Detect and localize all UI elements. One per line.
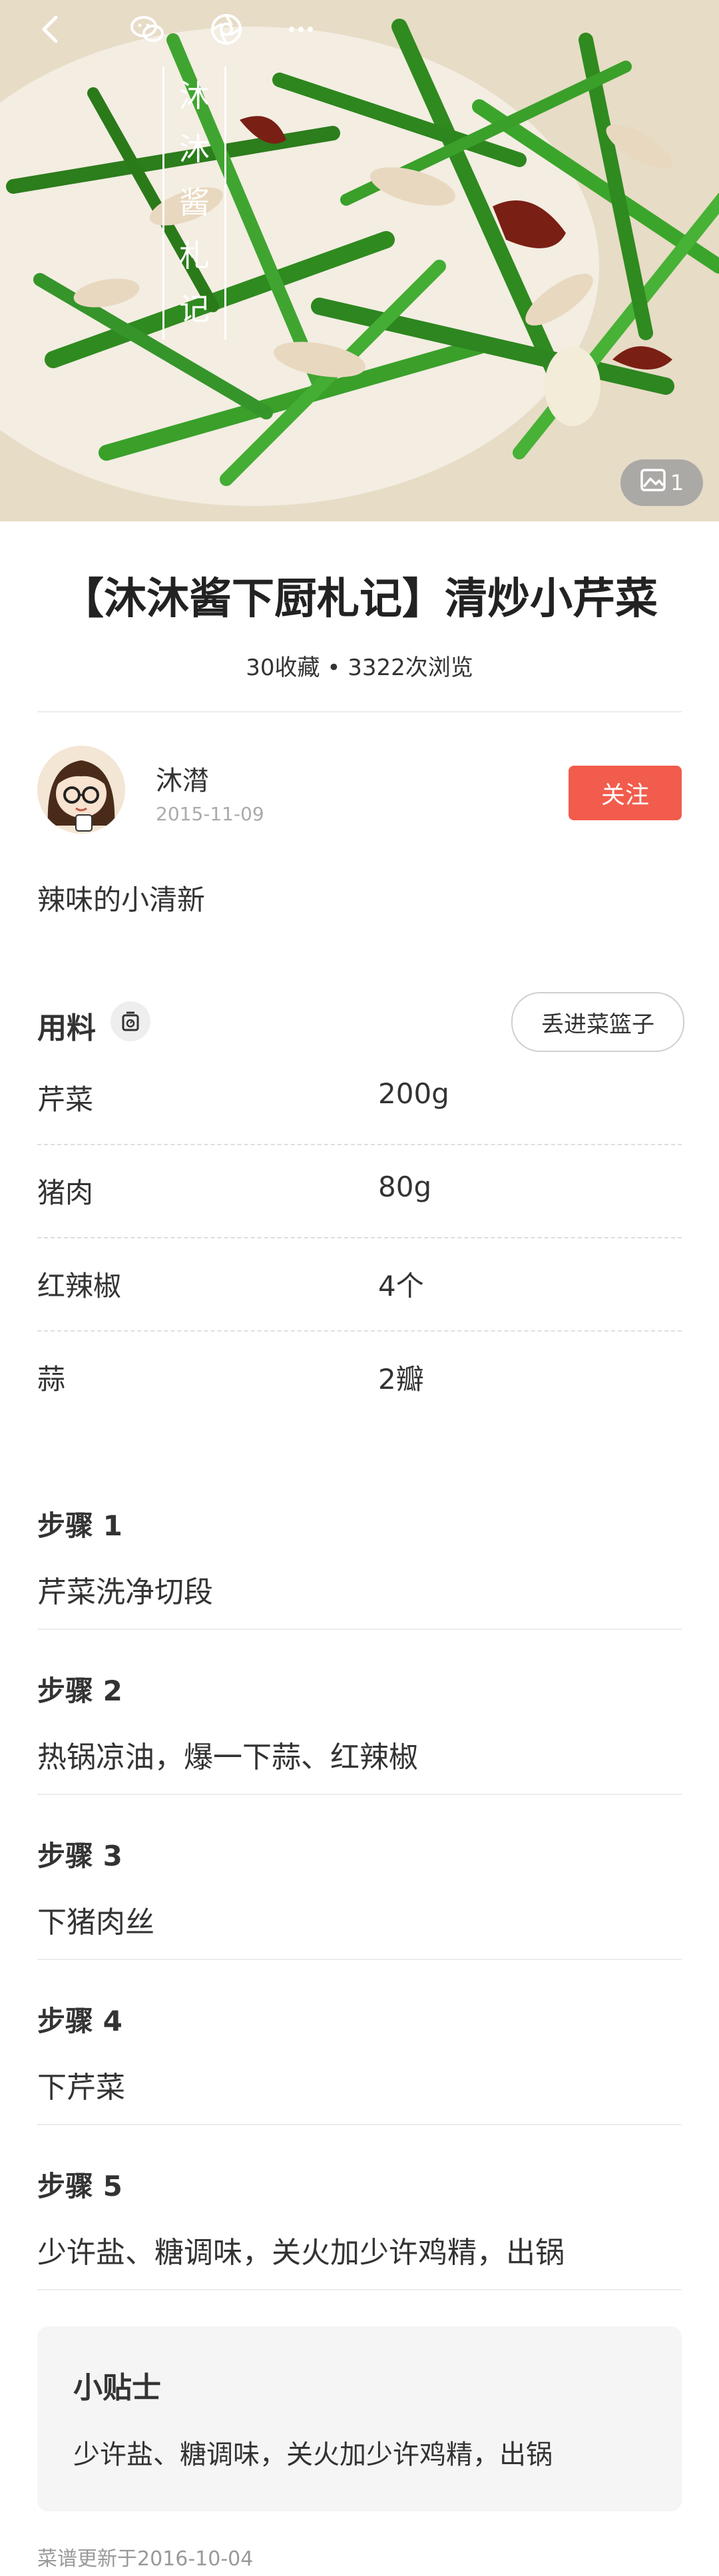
avatar-illustration bbox=[37, 746, 125, 834]
step-1: 步骤 1 芹菜洗净切段 bbox=[37, 1503, 682, 1611]
brand-char: 记 bbox=[179, 291, 210, 327]
scale-icon[interactable] bbox=[111, 1001, 150, 1041]
recipe-title: 【沐沐酱下厨札记】清炒小芹菜 bbox=[61, 575, 658, 624]
divider bbox=[37, 711, 682, 712]
step-label: 步骤 5 bbox=[37, 2170, 122, 2202]
author-join-date: 2015-11-09 bbox=[156, 803, 264, 825]
step-text: 下猪肉丝 bbox=[37, 1906, 154, 1939]
divider bbox=[37, 1629, 682, 1630]
divider bbox=[37, 1959, 682, 1960]
ingredients-heading: 用料 bbox=[37, 1011, 96, 1045]
image-icon bbox=[640, 468, 666, 497]
brand-char: 沐 bbox=[179, 131, 210, 167]
photo-count-value: 1 bbox=[670, 470, 684, 495]
ingredient-row: 猪肉 80g bbox=[37, 1144, 682, 1238]
more-icon[interactable] bbox=[280, 8, 322, 51]
ingredient-name: 红辣椒 bbox=[37, 1270, 122, 1302]
dish-photo bbox=[0, 0, 719, 521]
divider bbox=[37, 2124, 682, 2125]
step-3: 步骤 3 下猪肉丝 bbox=[37, 1834, 682, 1941]
photo-count-badge[interactable]: 1 bbox=[620, 459, 703, 506]
ingredient-name: 芹菜 bbox=[37, 1083, 94, 1116]
step-2: 步骤 2 热锅凉油，爆一下蒜、红辣椒 bbox=[37, 1669, 682, 1776]
ingredient-quantity: 200g bbox=[378, 1077, 449, 1110]
moments-icon[interactable] bbox=[205, 8, 248, 51]
author-avatar[interactable] bbox=[37, 746, 125, 834]
recipe-description: 辣味的小清新 bbox=[37, 884, 206, 916]
recipe-stats: 30收藏 • 3322次浏览 bbox=[246, 654, 473, 681]
tips-card: 小贴士 少许盐、糖调味，关火加少许鸡精，出锅 bbox=[37, 2326, 682, 2511]
brand-char: 沐 bbox=[179, 78, 210, 114]
step-label: 步骤 4 bbox=[37, 2005, 122, 2037]
ingredient-row: 蒜 2瓣 bbox=[37, 1330, 682, 1423]
tips-title: 小贴士 bbox=[73, 2371, 161, 2405]
top-toolbar bbox=[0, 0, 719, 60]
divider bbox=[37, 2289, 682, 2290]
step-4: 步骤 4 下芹菜 bbox=[37, 1999, 682, 2106]
step-label: 步骤 2 bbox=[37, 1674, 122, 1707]
step-text: 热锅凉油，爆一下蒜、红辣椒 bbox=[37, 1740, 418, 1774]
step-label: 步骤 3 bbox=[37, 1840, 122, 1872]
tips-text: 少许盐、糖调味，关火加少许鸡精，出锅 bbox=[73, 2440, 553, 2470]
ingredient-name: 猪肉 bbox=[37, 1176, 94, 1209]
step-5: 步骤 5 少许盐、糖调味，关火加少许鸡精，出锅 bbox=[37, 2164, 682, 2271]
step-label: 步骤 1 bbox=[37, 1509, 122, 1542]
step-text: 下芹菜 bbox=[37, 2071, 125, 2105]
ingredient-name: 蒜 bbox=[37, 1363, 66, 1396]
ingredient-quantity: 4个 bbox=[378, 1270, 424, 1302]
add-to-basket-button[interactable]: 丢进菜篮子 bbox=[511, 992, 684, 1052]
back-icon[interactable] bbox=[29, 8, 72, 51]
wechat-icon[interactable] bbox=[126, 8, 169, 51]
step-text: 芹菜洗净切段 bbox=[37, 1575, 213, 1609]
ingredient-row: 红辣椒 4个 bbox=[37, 1237, 682, 1332]
ingredient-quantity: 2瓣 bbox=[378, 1363, 424, 1396]
ingredient-row: 芹菜 200g bbox=[37, 1051, 682, 1145]
brand-watermark: 沐 沐 酱 札 记 bbox=[162, 67, 226, 340]
recipe-hero-image[interactable]: 沐 沐 酱 札 记 1 bbox=[0, 0, 719, 521]
brand-char: 酱 bbox=[179, 184, 210, 220]
divider bbox=[37, 1794, 682, 1795]
step-text: 少许盐、糖调味，关火加少许鸡精，出锅 bbox=[37, 2236, 565, 2270]
brand-char: 札 bbox=[179, 238, 210, 274]
follow-button[interactable]: 关注 bbox=[569, 766, 682, 820]
ingredient-quantity: 80g bbox=[378, 1170, 432, 1203]
author-name[interactable]: 沐潸 bbox=[156, 759, 209, 798]
updated-date: 菜谱更新于2016-10-04 bbox=[37, 2547, 254, 2571]
